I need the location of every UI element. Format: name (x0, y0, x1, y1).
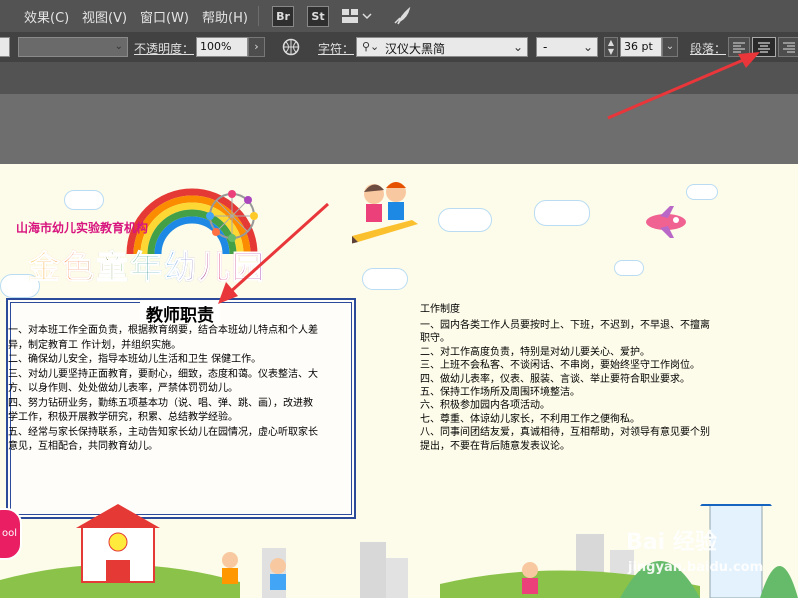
organization-title: 山海市幼儿实验教育机构 (16, 221, 149, 235)
opacity-input[interactable]: 100% (196, 37, 248, 57)
menu-window[interactable]: 窗口(W) (140, 7, 189, 26)
teacher-duties-text[interactable]: 一、对本班工作全面负责，根据教育纲要，结合本班幼儿特点和个人差 异，制定教育工 … (8, 324, 352, 455)
bridge-icon[interactable]: Br (272, 6, 294, 27)
cloud-decoration (438, 208, 492, 232)
cloud-decoration (534, 200, 590, 226)
watermark-brand: Bai 经验 (626, 530, 717, 555)
cloud-decoration (64, 190, 104, 210)
kindergarten-title-text: 金色童年幼儿园 (27, 248, 267, 287)
duty-line: 异，制定教育工 作计划，并组织实施。 (8, 339, 182, 351)
chevron-down-icon: ⌄ (512, 40, 523, 54)
watermark-url: jingyan.baidu.com (628, 560, 764, 575)
document-canvas[interactable]: 山海市幼儿实验教育机构 金色童年幼儿园 教师职责 一、对本班工作全面负责，根据教… (0, 164, 798, 598)
rocket-icon[interactable] (392, 6, 412, 30)
duty-line: 三、对幼儿要坚持正面教育，要耐心，细致，态度和蔼。仪表整洁、大 (8, 368, 318, 380)
opacity-arrow-icon[interactable]: › (248, 37, 265, 57)
teacher-duties-title[interactable]: 教师职责 (140, 301, 220, 326)
size-stepper[interactable]: ▲ ▼ (604, 37, 618, 57)
rule-line: 三、上班不会私客、不谈闲话、不串岗，要始终坚守工作岗位。 (420, 360, 700, 372)
align-left-icon[interactable] (728, 37, 750, 57)
cloud-decoration (362, 268, 408, 290)
duty-line: 五、经常与家长保持联系，主动告知家长幼儿在园情况，虚心听取家长 (8, 426, 318, 438)
font-size-input[interactable]: 36 pt (620, 37, 662, 57)
duty-line: 学工作，积极开展教学研究，积累、总结教学经验。 (8, 412, 238, 423)
duty-line: 二、确保幼儿安全，指导本班幼儿生活和卫生 保健工作。 (8, 354, 262, 365)
work-rules-text[interactable]: 一、园内各类工作人员要按时上、下班，不迟到，不早退、不擅离 职守。 二、对工作高… (420, 319, 750, 453)
menu-effect[interactable]: 效果(C) (24, 7, 69, 26)
stroke-field[interactable] (0, 37, 10, 57)
rule-line: 五、保持工作场所及周围环境整洁。 (420, 387, 580, 399)
rule-line: 七、尊重、体谅幼儿家长，不利用工作之便徇私。 (420, 413, 640, 425)
ferris-wheel-illustration (206, 190, 258, 242)
stock-icon[interactable]: St (307, 6, 329, 27)
chevron-down-icon: ⌄ (582, 40, 593, 54)
control-bar: ⌄ 不透明度： 100% › 字符： ⚲⌄ 汉仪大黑简 ⌄ - ⌄ ▲ ▼ 36 … (0, 32, 798, 62)
rule-line: 二、对工作高度负责，特别是对幼儿要关心、爱护。 (420, 346, 650, 358)
opacity-label: 不透明度： (134, 42, 195, 56)
rule-line: 六、积极参加园内各项活动。 (420, 400, 550, 412)
workspace-grid-icon[interactable] (342, 8, 372, 28)
cloud-decoration (686, 184, 718, 200)
font-family-value: 汉仪大黑简 (385, 42, 446, 56)
rule-line: 八、同事间团结友爱，真诚相待，互相帮助，对领导有意见要个别 (420, 427, 710, 439)
work-rules-title[interactable]: 工作制度 (420, 300, 460, 315)
style-dropdown[interactable]: ⌄ (18, 37, 128, 57)
rule-line: 一、园内各类工作人员要按时上、下班，不迟到，不早退、不擅离 (420, 320, 710, 331)
menu-separator (258, 6, 259, 26)
chevron-down-icon: ⌄ (114, 41, 123, 52)
panel-strip (0, 62, 798, 94)
rule-line: 职守。 (420, 333, 450, 345)
menu-bar: 效果(C) 视图(V) 窗口(W) 帮助(H) Br St (0, 0, 798, 32)
align-right-icon[interactable] (778, 37, 798, 57)
menu-view[interactable]: 视图(V) (82, 7, 127, 26)
globe-icon[interactable] (282, 38, 300, 59)
pasteboard (0, 94, 798, 164)
font-style-dropdown[interactable]: - ⌄ (536, 37, 598, 57)
cloud-decoration (614, 260, 644, 276)
duty-line: 意见，互相配合，共同教育幼儿。 (8, 441, 158, 452)
airplane-illustration (646, 206, 686, 238)
rule-line: 提出，不要在背后随意发表议论。 (420, 440, 570, 452)
rule-line: 四、做幼儿表率，仪表、服装、言谈、举止要符合职业要求。 (420, 373, 690, 385)
paragraph-label: 段落： (690, 42, 727, 56)
kids-on-pencil-illustration (352, 182, 418, 244)
align-center-icon[interactable] (752, 37, 776, 57)
font-style-value: - (543, 40, 548, 54)
kindergarten-title: 金色童年幼儿园 (27, 242, 267, 288)
chevron-down-icon[interactable]: ⌄ (662, 37, 678, 57)
duty-line: 四、努力钻研业务，勤练五项基本功（说、唱、弹、跳、画），改进教 (8, 397, 313, 409)
character-label: 字符： (318, 42, 355, 56)
duty-line: 一、对本班工作全面负责，根据教育纲要，结合本班幼儿特点和个人差 (8, 325, 318, 336)
duty-line: 方、以身作则、处处做幼儿表率，严禁体罚罚幼儿。 (8, 383, 238, 394)
search-icon: ⚲⌄ (362, 40, 380, 53)
font-family-dropdown[interactable]: ⚲⌄ 汉仪大黑简 ⌄ (356, 37, 528, 57)
menu-help[interactable]: 帮助(H) (202, 7, 248, 26)
